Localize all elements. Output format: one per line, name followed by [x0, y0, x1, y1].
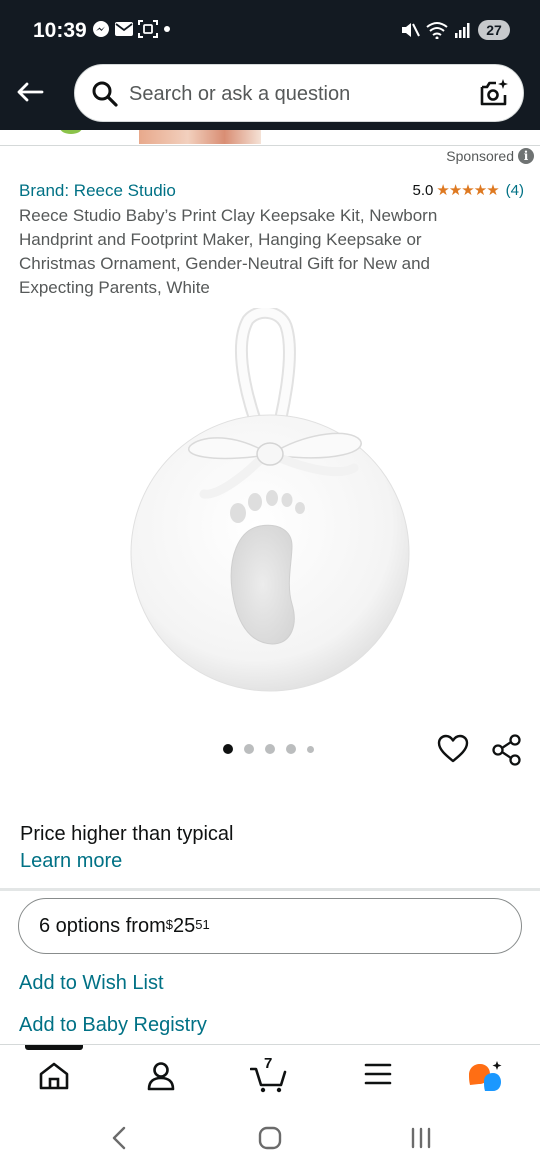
share-button[interactable] [491, 734, 523, 771]
carousel-dot[interactable] [307, 745, 314, 753]
nav-account[interactable] [146, 1061, 176, 1091]
system-home-icon[interactable] [258, 1126, 282, 1150]
share-icon [492, 734, 521, 766]
price-note: Price higher than typical [20, 823, 234, 845]
rating[interactable]: 5.0 ★★★★★ (4) [412, 181, 524, 200]
battery-indicator: 27 [478, 20, 510, 40]
search-icon [92, 81, 118, 107]
search-input[interactable] [129, 80, 469, 108]
signal-icon [455, 23, 470, 38]
notification-icons [92, 20, 171, 38]
price-whole: 25 [172, 914, 196, 937]
section-divider [0, 888, 540, 891]
dot-icon [164, 26, 170, 32]
buying-options-button[interactable]: 6 options from $25 51 [18, 898, 522, 954]
carousel-dot[interactable] [244, 744, 254, 754]
banner-image [139, 130, 261, 144]
nav-cart[interactable]: 7 [250, 1055, 288, 1093]
mail-icon [115, 22, 133, 36]
options-label: 6 options from [39, 914, 166, 937]
system-recents-icon[interactable] [410, 1126, 432, 1150]
add-to-baby-registry-link[interactable]: Add to Baby Registry [19, 1014, 207, 1037]
nav-home[interactable] [38, 1061, 70, 1091]
back-button[interactable] [12, 74, 48, 110]
status-time: 10:39 [33, 19, 87, 42]
system-back-icon[interactable] [110, 1126, 128, 1150]
mute-icon [402, 23, 420, 37]
brand-link[interactable]: Brand: Reece Studio [19, 181, 176, 201]
product-image[interactable] [120, 305, 420, 708]
nav-rufus[interactable] [466, 1061, 504, 1093]
clay-ornament-image [130, 305, 410, 692]
add-to-wish-list-link[interactable]: Add to Wish List [19, 972, 164, 995]
search-bar[interactable] [74, 64, 524, 122]
sponsored-text: Sponsored [446, 148, 514, 164]
search-header [0, 62, 540, 130]
home-icon [39, 1062, 69, 1090]
learn-more-link[interactable]: Learn more [20, 850, 122, 873]
carousel-dot[interactable] [265, 744, 275, 754]
rating-value: 5.0 [412, 181, 434, 199]
heart-icon [437, 734, 469, 763]
carousel-dot[interactable] [286, 744, 296, 754]
account-icon [147, 1062, 175, 1091]
sponsored-banner[interactable] [0, 130, 540, 146]
back-arrow-icon [17, 82, 44, 102]
carousel-dot-active[interactable] [223, 744, 233, 754]
wifi-icon [426, 22, 448, 39]
sponsored-label[interactable]: Sponsored i [446, 148, 534, 164]
screenshot-icon [138, 20, 158, 38]
review-count[interactable]: (4) [506, 182, 524, 199]
bottom-navigation: 7 [0, 1044, 540, 1112]
star-rating-icon: ★★★★★ [436, 182, 499, 199]
info-icon[interactable]: i [518, 148, 534, 164]
brand-rating-row: Brand: Reece Studio 5.0 ★★★★★ (4) [19, 181, 524, 203]
product-title: Reece Studio Baby’s Print Clay Keepsake … [19, 206, 438, 297]
image-carousel-dots[interactable] [223, 744, 314, 754]
price-currency: $ [165, 916, 173, 932]
system-status-icons: 27 [400, 20, 510, 40]
banner-graphic [60, 130, 82, 134]
system-navigation [0, 1112, 540, 1170]
cart-count-badge: 7 [264, 1055, 273, 1072]
active-tab-indicator [25, 1045, 83, 1050]
camera-search-icon[interactable] [479, 78, 509, 108]
menu-icon [364, 1063, 392, 1085]
nav-menu[interactable] [364, 1061, 392, 1087]
messenger-icon [93, 21, 109, 37]
price-fraction: 51 [195, 916, 210, 932]
wishlist-heart-button[interactable] [437, 734, 469, 769]
rufus-assistant-icon [469, 1061, 502, 1091]
status-bar: 10:39 27 [0, 0, 540, 62]
